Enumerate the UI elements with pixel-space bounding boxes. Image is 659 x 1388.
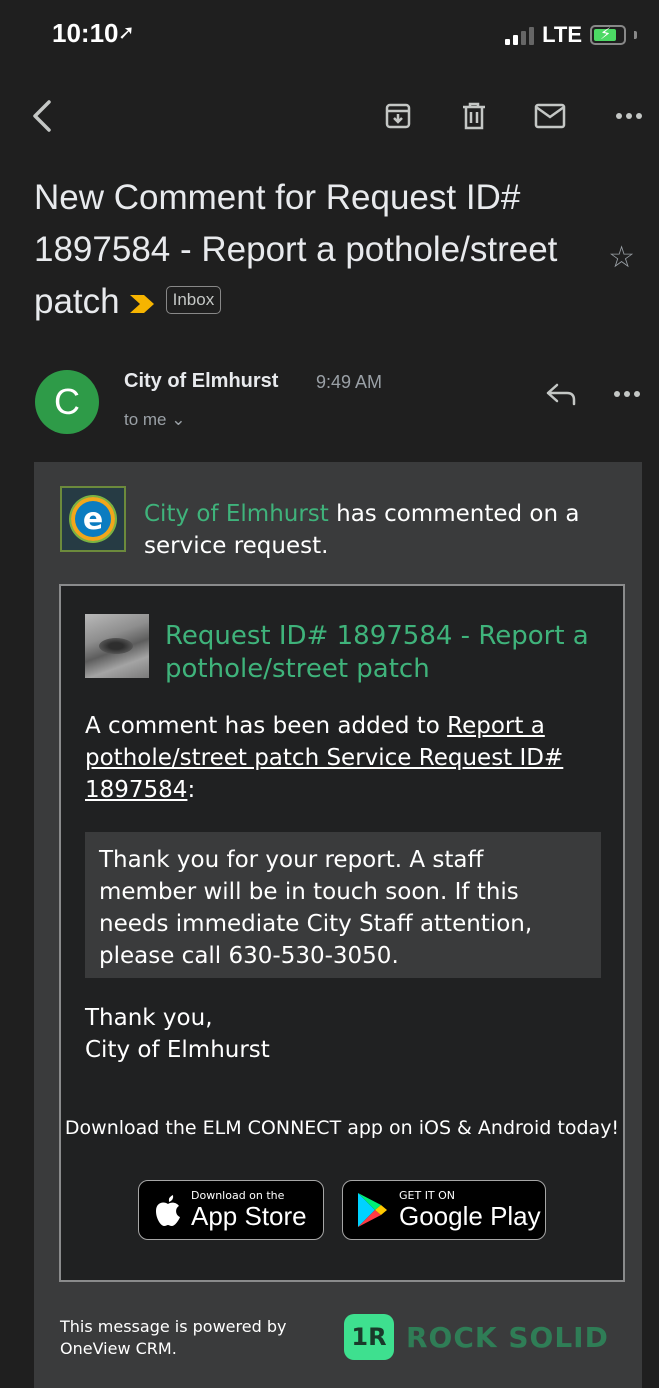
logo-letter: e (71, 497, 115, 541)
comment-notice: A comment has been added to Report a pot… (85, 710, 595, 806)
delete-button[interactable] (449, 88, 499, 144)
rock-solid-wordmark: ROCK SOLID (406, 1320, 609, 1354)
network-type: LTE (542, 22, 582, 47)
archive-icon (385, 103, 411, 129)
signoff-line-1: Thank you, (85, 1005, 213, 1031)
status-indicators: LTE ⚡ (505, 22, 637, 48)
sender-name: City of Elmhurst (124, 370, 279, 392)
back-button[interactable] (18, 88, 68, 144)
location-arrow-icon: ➚ (118, 22, 135, 44)
message-more-button[interactable] (603, 372, 651, 416)
trash-icon (463, 102, 485, 130)
comment-suffix: : (187, 777, 196, 803)
request-title: Request ID# 1897584 - Report a pothole/s… (165, 621, 589, 684)
signal-icon (505, 25, 535, 45)
star-icon[interactable]: ☆ (608, 240, 635, 275)
request-card: Request ID# 1897584 - Report a pothole/s… (59, 584, 625, 1282)
appstore-big-text: App Store (191, 1201, 307, 1231)
intro-text: City of Elmhurst has commented on a serv… (144, 498, 624, 562)
pothole-thumbnail[interactable] (85, 614, 149, 678)
email-body: e City of Elmhurst has commented on a se… (34, 462, 642, 1388)
mark-unread-button[interactable] (525, 88, 575, 144)
rock-solid-badge: 1R (344, 1314, 394, 1360)
more-icon (616, 113, 642, 119)
status-time: 10:10 (52, 18, 119, 48)
more-icon (614, 391, 640, 397)
apple-icon (156, 1195, 180, 1226)
powered-by-text: This message is powered by OneView CRM. (60, 1317, 287, 1358)
rock-solid-logo: 1R ROCK SOLID (344, 1314, 609, 1360)
battery-icon: ⚡ (590, 25, 626, 45)
inbox-label[interactable]: Inbox (165, 285, 222, 314)
back-icon (33, 100, 51, 132)
gplay-big-text: Google Play (399, 1201, 541, 1231)
mail-icon (534, 103, 566, 129)
download-app-text: Download the ELM CONNECT app on iOS & An… (64, 1117, 620, 1139)
app-store-button[interactable]: Download on the App Store (138, 1180, 324, 1240)
sent-time: 9:49 AM (316, 372, 383, 392)
sender-avatar[interactable]: C (35, 370, 99, 434)
signoff: Thank you, City of Elmhurst (85, 1002, 485, 1066)
reply-button[interactable] (537, 372, 585, 416)
comment-quote: Thank you for your report. A staff membe… (85, 832, 601, 978)
subject-text: New Comment for Request ID# 1897584 - Re… (34, 178, 558, 321)
importance-marker-icon[interactable] (128, 278, 156, 330)
email-subject: New Comment for Request ID# 1897584 - Re… (34, 172, 594, 330)
comment-prefix: A comment has been added to (85, 713, 448, 739)
google-play-button[interactable]: GET IT ON Google Play (342, 1180, 546, 1240)
reply-icon (546, 383, 576, 406)
toolbar (0, 88, 659, 148)
intro-sender-name: City of Elmhurst (144, 501, 329, 527)
signoff-line-2: City of Elmhurst (85, 1037, 270, 1063)
google-play-icon (358, 1193, 387, 1227)
status-bar: 10:10 ➚ LTE ⚡ (0, 0, 659, 80)
archive-button[interactable] (373, 88, 423, 144)
elm-connect-logo: e (60, 486, 126, 552)
more-options-button[interactable] (604, 88, 654, 144)
recipient-details-toggle[interactable]: to me ⌄ (124, 410, 185, 430)
